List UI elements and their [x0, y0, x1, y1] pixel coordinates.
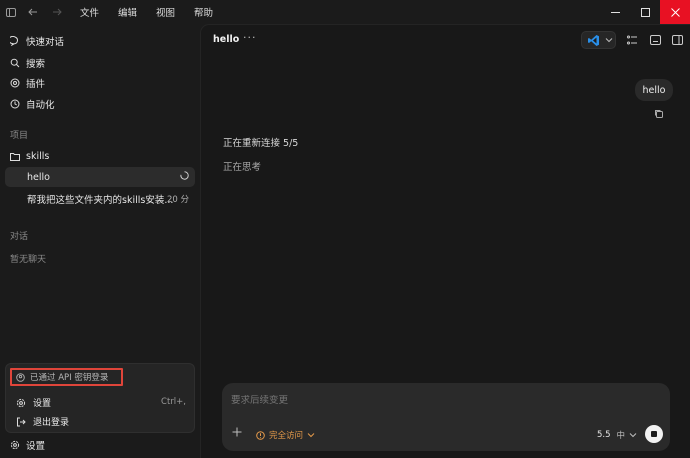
menu-edit[interactable]: 编辑: [118, 5, 137, 19]
api-key-login-status: 已通过 API 密钥登录: [10, 368, 123, 386]
settings-shortcut: Ctrl+,: [161, 397, 186, 407]
menu-bar: 文件 编辑 视图 帮助: [80, 5, 232, 19]
logout-icon: [16, 417, 26, 427]
reasoning-level: 中: [616, 431, 626, 441]
folder-icon: [10, 151, 20, 161]
thread-title-header: hello: [213, 34, 240, 45]
project-folder-skills[interactable]: skills: [10, 148, 49, 164]
project-folder-label: skills: [26, 150, 50, 162]
title-bar: 文件 编辑 视图 帮助: [0, 0, 690, 24]
close-button[interactable]: [660, 0, 690, 24]
popup-logout-item[interactable]: 退出登录: [16, 415, 69, 428]
more-options-button[interactable]: ···: [243, 31, 257, 44]
stop-button[interactable]: [645, 425, 663, 443]
model-selector[interactable]: 5.5 中: [597, 429, 637, 441]
sidebar-item-label: 快速对话: [26, 37, 65, 48]
sidebar-item-search[interactable]: 搜索: [10, 55, 45, 71]
open-in-vscode-button[interactable]: [581, 31, 616, 49]
sidebar-item-label: 搜索: [26, 59, 46, 70]
minimize-icon: [610, 11, 620, 13]
warning-circle-icon: [256, 430, 265, 440]
popup-settings-item[interactable]: 设置: [16, 396, 51, 409]
chevron-down-icon: [605, 38, 613, 43]
sidebar-item-quick-chat[interactable]: 快速对话: [10, 33, 64, 49]
menu-file[interactable]: 文件: [80, 5, 99, 19]
popup-settings-label: 设置: [33, 399, 52, 409]
sidebar-toggle-icon[interactable]: [2, 0, 20, 24]
copy-icon[interactable]: [654, 109, 664, 119]
sidebar-item-label: 自动化: [26, 100, 55, 111]
maximize-icon: [640, 7, 650, 17]
access-mode-label: 完全访问: [269, 431, 304, 441]
thinking-status: 正在思考: [223, 162, 262, 173]
main-panel: hello ··· hello 正在重新连接 5/5 正在思考 完全访问 5.5…: [200, 24, 690, 458]
access-mode-selector[interactable]: 完全访问: [256, 429, 315, 441]
close-icon: [670, 7, 680, 17]
thread-title: hello: [27, 171, 50, 183]
thread-item-skills-install[interactable]: 帮我把这些文件夹内的skills安装... 20 分: [5, 189, 195, 209]
account-circle-icon: [16, 372, 25, 382]
chats-section-label: 对话: [10, 232, 29, 242]
side-panel-icon[interactable]: [671, 34, 683, 46]
menu-help[interactable]: 帮助: [194, 5, 213, 19]
stop-icon: [651, 431, 657, 437]
plugin-icon: [10, 78, 20, 88]
thread-time: 20 分: [166, 195, 189, 205]
minimize-button[interactable]: [600, 0, 630, 24]
maximize-button[interactable]: [630, 0, 660, 24]
sidebar-item-automation[interactable]: 自动化: [10, 96, 55, 112]
gear-icon: [10, 440, 20, 450]
menu-view[interactable]: 视图: [156, 5, 175, 19]
chevron-down-icon: [629, 433, 637, 438]
chat-bubble-icon: [10, 36, 20, 46]
terminal-panel-icon[interactable]: [649, 34, 661, 46]
back-arrow-icon[interactable]: [24, 0, 42, 24]
user-message-bubble: hello: [635, 79, 673, 101]
api-login-label: 已通过 API 密钥登录: [30, 373, 109, 383]
chevron-down-icon: [307, 433, 315, 438]
plus-icon: [232, 427, 242, 437]
thread-item-hello[interactable]: hello: [5, 167, 195, 187]
loading-spinner-icon: [180, 171, 189, 183]
add-attachment-button[interactable]: [232, 426, 242, 441]
account-menu-popup: 已通过 API 密钥登录 设置 Ctrl+, 退出登录: [5, 363, 195, 433]
chats-empty-text: 暂无聊天: [10, 255, 47, 265]
composer: 完全访问 5.5 中: [222, 383, 670, 451]
projects-section-label: 项目: [10, 131, 29, 141]
model-version: 5.5: [597, 430, 611, 440]
message-input[interactable]: [231, 395, 531, 406]
thread-title: 帮我把这些文件夹内的skills安装...: [27, 195, 174, 206]
reconnect-status: 正在重新连接 5/5: [223, 138, 299, 149]
vscode-icon: [588, 34, 599, 46]
checklist-icon[interactable]: [626, 34, 638, 46]
sidebar-settings-label: 设置: [26, 441, 46, 452]
forward-arrow-icon[interactable]: [48, 0, 66, 24]
search-icon: [10, 58, 20, 68]
sidebar-item-plugins[interactable]: 插件: [10, 75, 45, 91]
window-controls: [600, 0, 690, 24]
gear-icon: [16, 398, 26, 408]
popup-logout-label: 退出登录: [33, 418, 70, 428]
sidebar-item-label: 插件: [26, 79, 46, 90]
clock-icon: [10, 99, 20, 109]
sidebar-settings-button[interactable]: 设置: [10, 437, 45, 453]
sidebar: 快速对话 搜索 插件 自动化 项目 skills hello 帮我把这些文件夹内…: [0, 24, 200, 458]
